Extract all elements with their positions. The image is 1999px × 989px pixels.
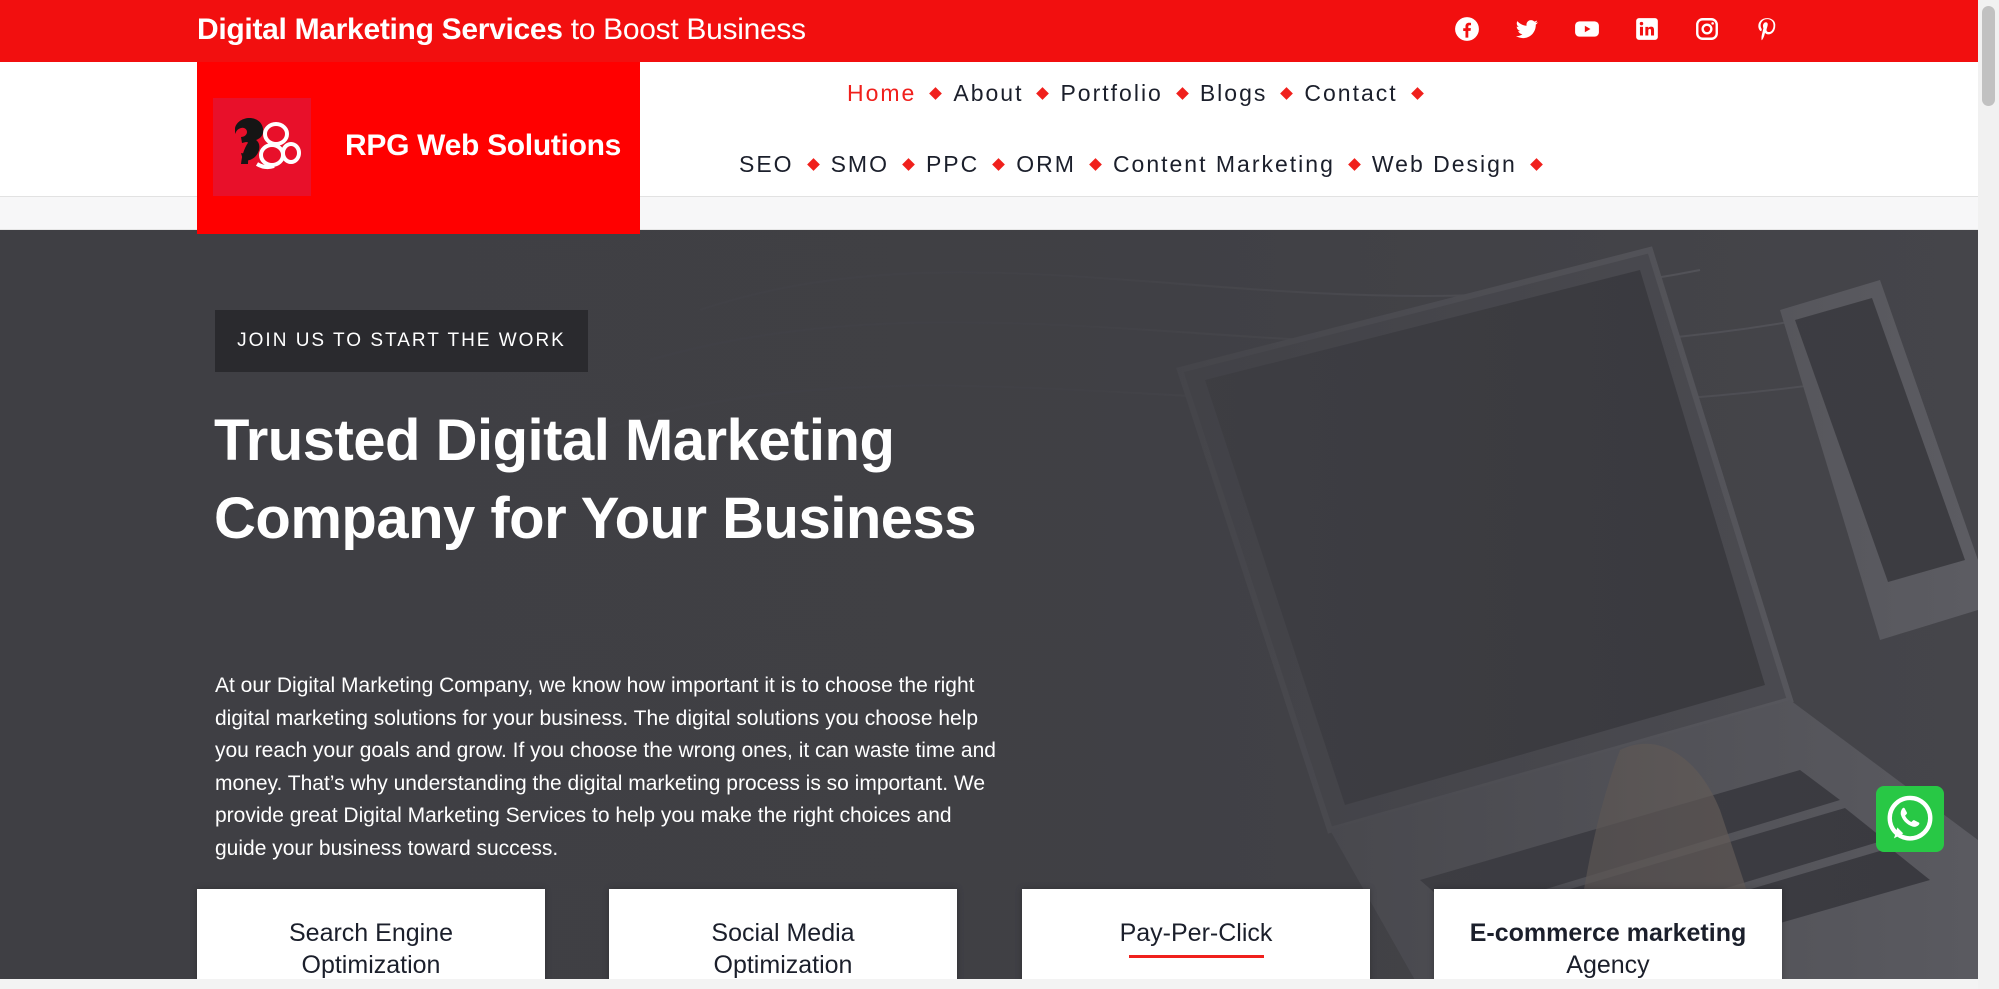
service-card-ecommerce[interactable]: E-commerce marketing Agency xyxy=(1434,889,1782,989)
nav-item-portfolio[interactable]: Portfolio xyxy=(1060,80,1199,107)
nav-service-smo[interactable]: SMO xyxy=(831,151,926,178)
scrollbar-thumb[interactable] xyxy=(1982,6,1995,106)
diamond-separator-icon xyxy=(1529,158,1543,171)
primary-nav: Home About Portfolio Blogs Contact xyxy=(847,80,1435,107)
pinterest-icon[interactable] xyxy=(1753,15,1781,43)
nav-label: ORM xyxy=(1016,151,1076,177)
nav-label: SMO xyxy=(830,151,889,177)
linkedin-icon[interactable] xyxy=(1633,15,1661,43)
card-title-line1: Search Engine xyxy=(288,919,453,947)
card-active-underline xyxy=(1128,955,1264,958)
nav-service-content-marketing[interactable]: Content Marketing xyxy=(1113,151,1372,178)
card-title-line1: E-commerce marketing xyxy=(1469,919,1747,947)
twitter-icon[interactable] xyxy=(1513,15,1541,43)
card-title-line2: Optimization xyxy=(301,951,441,979)
nav-service-orm[interactable]: ORM xyxy=(1016,151,1113,178)
nav-item-contact[interactable]: Contact xyxy=(1304,80,1434,107)
diamond-separator-icon xyxy=(806,158,820,171)
card-title-line2: Optimization xyxy=(713,951,853,979)
services-nav: SEO SMO PPC ORM Content Marketing Web Design xyxy=(739,151,1554,178)
instagram-icon[interactable] xyxy=(1693,15,1721,43)
facebook-icon[interactable] xyxy=(1453,15,1481,43)
page-scrollbar[interactable] xyxy=(1978,0,1999,989)
nav-label: Web Design xyxy=(1371,151,1517,177)
service-card-ppc[interactable]: Pay-Per-Click xyxy=(1022,889,1370,989)
join-us-badge[interactable]: JOIN US TO START THE WORK xyxy=(215,310,588,372)
nav-service-ppc[interactable]: PPC xyxy=(926,151,1016,178)
whatsapp-icon[interactable] xyxy=(1876,786,1944,852)
diamond-separator-icon xyxy=(992,158,1006,171)
nav-label: PPC xyxy=(925,151,980,177)
nav-label: Content Marketing xyxy=(1112,151,1335,177)
nav-service-seo[interactable]: SEO xyxy=(739,151,831,178)
tagline-bold: Digital Marketing Services xyxy=(197,13,563,46)
page-bottom-edge xyxy=(0,979,1978,989)
youtube-icon[interactable] xyxy=(1573,15,1601,43)
nav-service-web-design[interactable]: Web Design xyxy=(1372,151,1554,178)
card-title-line1: Pay-Per-Click xyxy=(1119,919,1273,947)
site-tagline: Digital Marketing Services to Boost Busi… xyxy=(197,13,806,47)
nav-label: SEO xyxy=(739,151,794,177)
diamond-separator-icon xyxy=(1280,87,1294,100)
nav-label: Home xyxy=(847,80,917,106)
tagline-rest: to Boost Business xyxy=(562,13,806,46)
hero-intro-text: At our Digital Marketing Company, we kno… xyxy=(215,674,996,860)
nav-item-home[interactable]: Home xyxy=(847,80,953,107)
nav-item-about[interactable]: About xyxy=(953,80,1060,107)
service-card-seo[interactable]: Search Engine Optimization xyxy=(197,889,545,989)
nav-label: Contact xyxy=(1304,80,1398,106)
nav-label: Blogs xyxy=(1199,80,1268,106)
card-title-line2: Agency xyxy=(1566,951,1650,979)
card-title-line1: Social Media xyxy=(711,919,855,947)
top-bar: Digital Marketing Services to Boost Busi… xyxy=(0,0,1978,62)
diamond-separator-icon xyxy=(1036,87,1050,100)
brand-logo-icon xyxy=(213,98,311,196)
nav-label: Portfolio xyxy=(1060,80,1163,106)
diamond-separator-icon xyxy=(1410,87,1424,100)
diamond-separator-icon xyxy=(1089,158,1102,171)
nav-item-blogs[interactable]: Blogs xyxy=(1200,80,1305,107)
diamond-separator-icon xyxy=(902,158,915,171)
diamond-separator-icon xyxy=(1348,158,1361,171)
nav-label: About xyxy=(953,80,1024,106)
social-links xyxy=(1453,15,1781,43)
diamond-separator-icon xyxy=(1175,87,1189,100)
brand-name: RPG Web Solutions xyxy=(345,129,622,162)
brand-logo-block[interactable]: RPG Web Solutions xyxy=(197,62,640,234)
service-card-smo[interactable]: Social Media Optimization xyxy=(609,889,957,989)
hero-headline: Trusted Digital Marketing Company for Yo… xyxy=(214,408,977,551)
diamond-separator-icon xyxy=(929,87,943,100)
